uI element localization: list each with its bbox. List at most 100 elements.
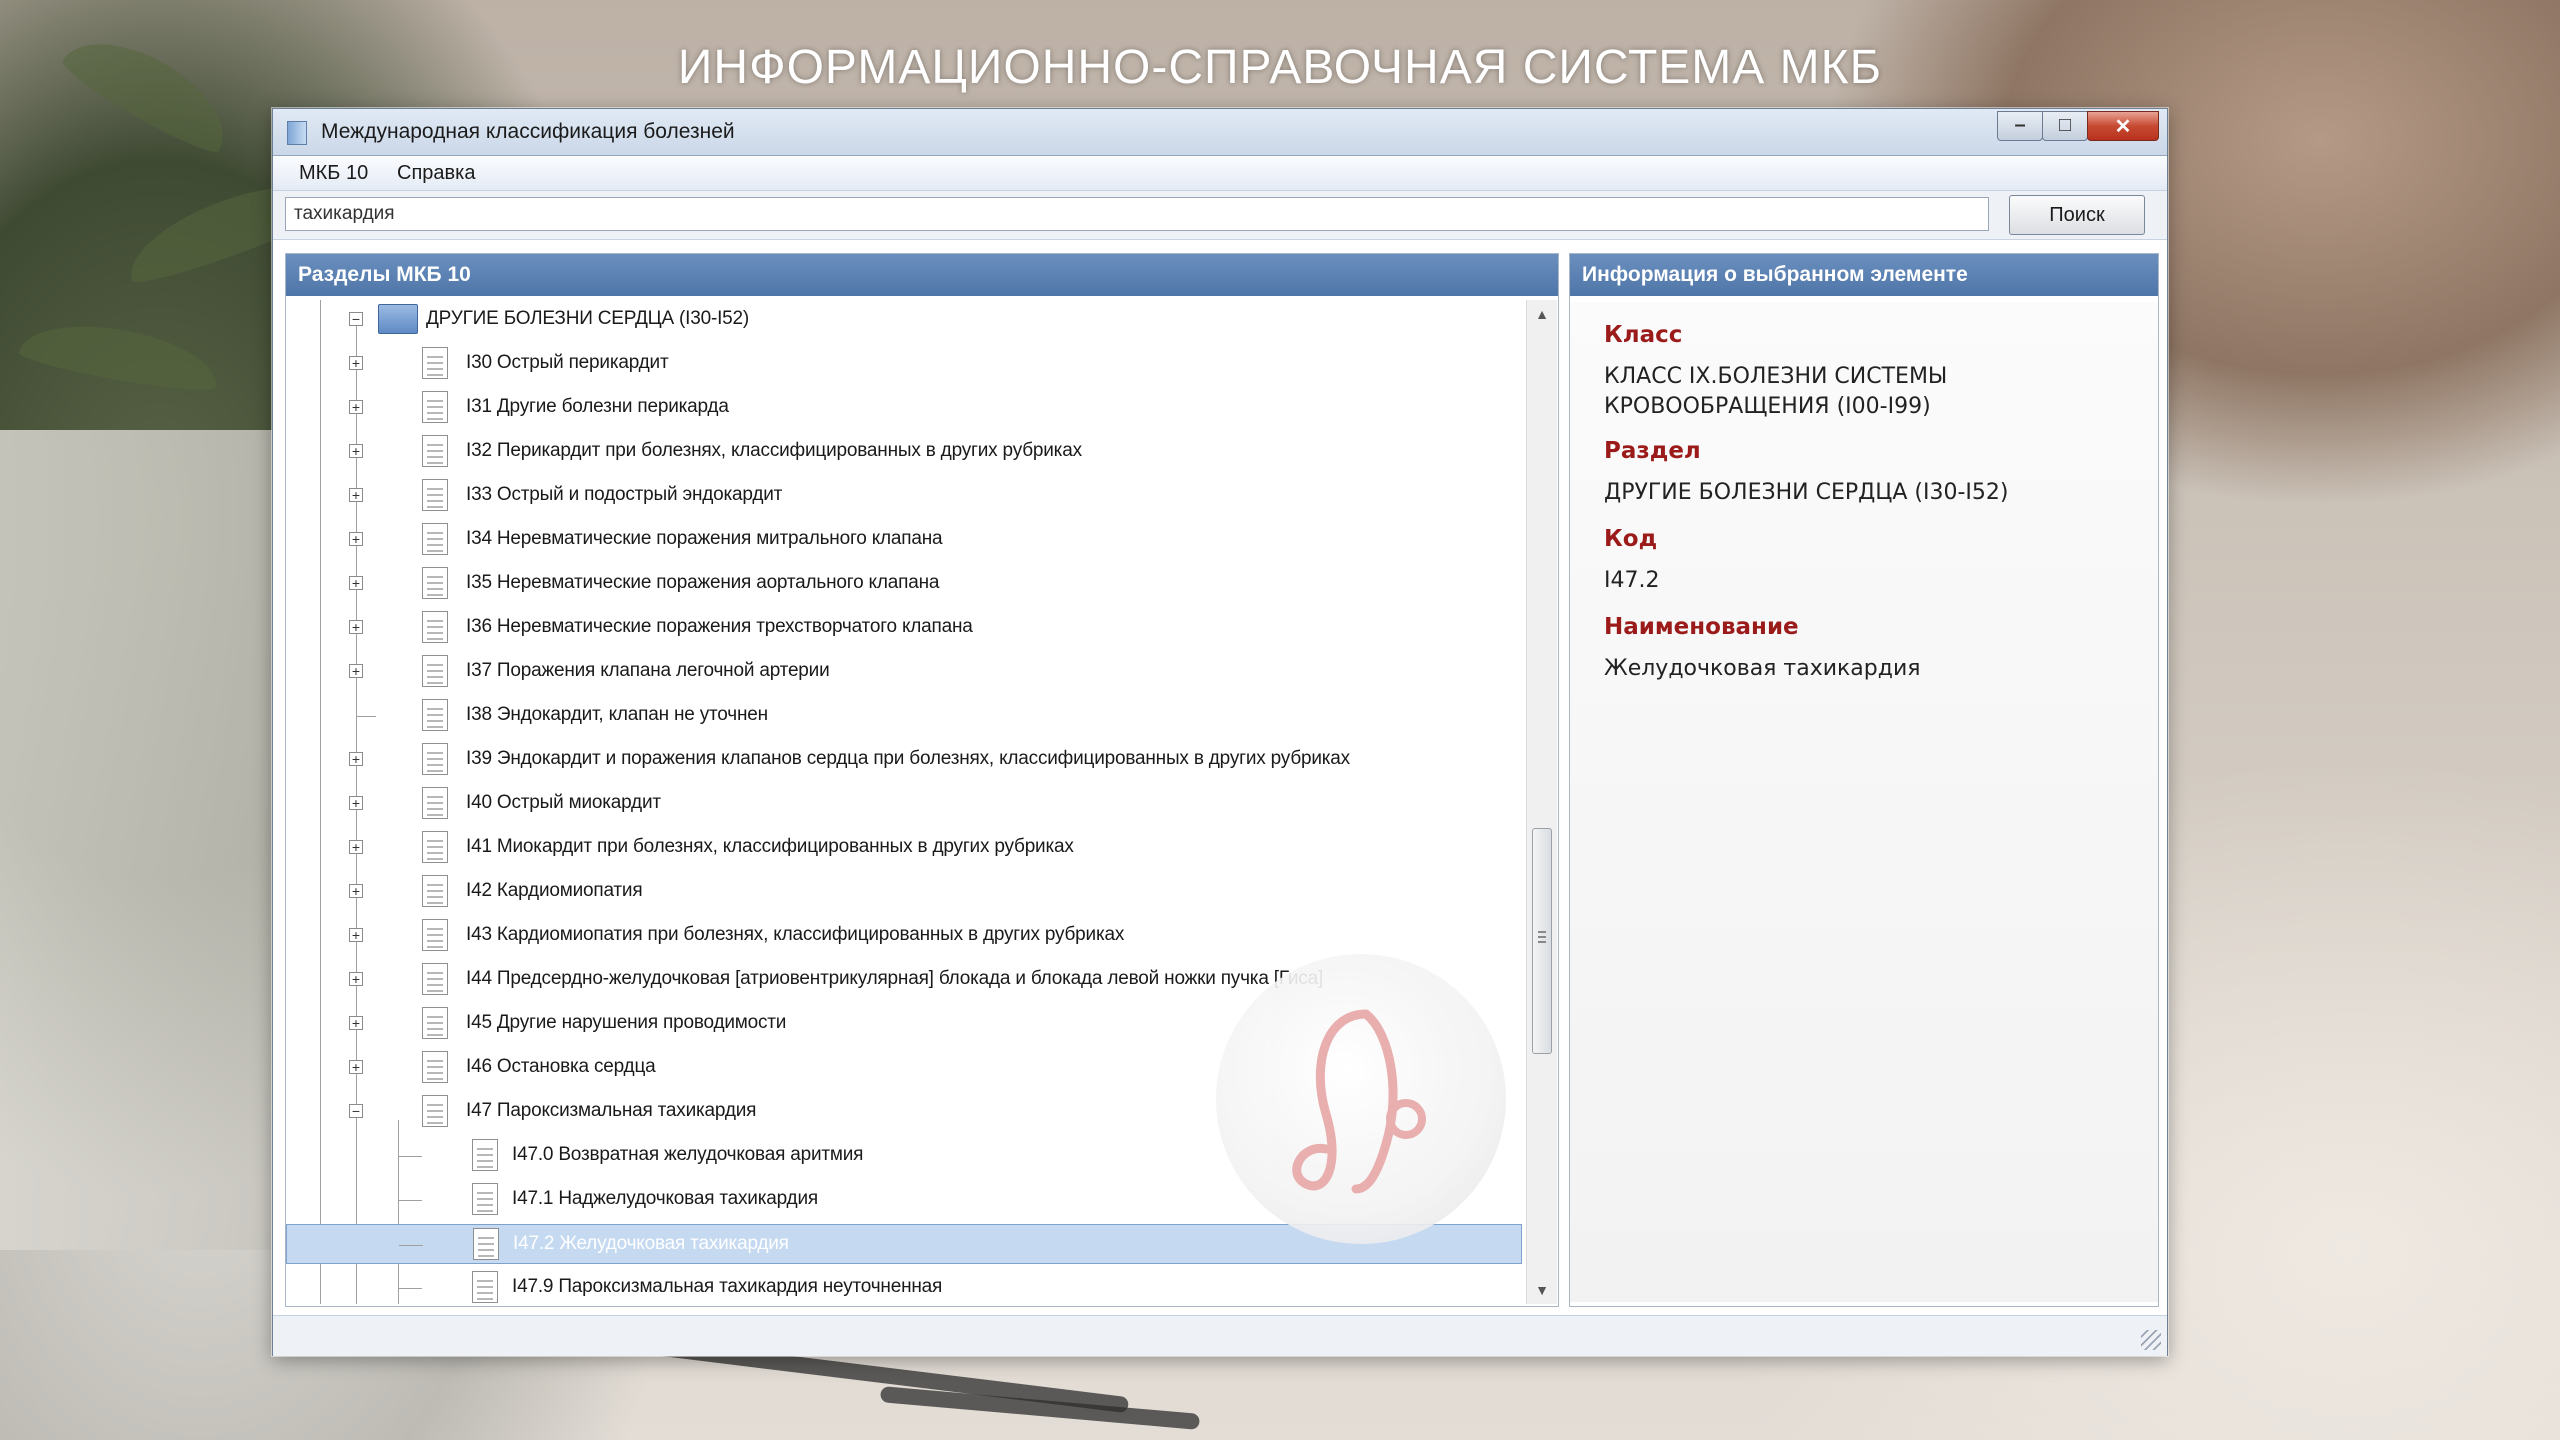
minimize-button[interactable]: –: [1997, 111, 2043, 141]
document-icon: [422, 787, 448, 819]
maximize-icon: □: [2058, 114, 2072, 136]
status-bar: [273, 1315, 2167, 1356]
search-button[interactable]: Поиск: [2009, 195, 2145, 235]
expand-icon[interactable]: +: [349, 796, 363, 810]
scroll-up-arrow-icon[interactable]: ▲: [1527, 300, 1557, 328]
document-icon: [422, 567, 448, 599]
tree-connector-line: [398, 1288, 422, 1289]
expand-icon[interactable]: +: [349, 356, 363, 370]
tree-item-label: I35 Неревматические поражения аортальног…: [466, 572, 940, 593]
collapse-icon[interactable]: −: [349, 1104, 363, 1118]
document-icon: [422, 391, 448, 423]
document-icon: [422, 963, 448, 995]
menu-mkb10[interactable]: МКБ 10: [299, 162, 368, 185]
tree-scrollbar[interactable]: ▲ ▼: [1526, 300, 1557, 1304]
expand-icon[interactable]: +: [349, 972, 363, 986]
expand-icon[interactable]: +: [349, 532, 363, 546]
tree-root-row[interactable]: − ДРУГИЕ БОЛЕЗНИ СЕРДЦА (I30-I52): [286, 300, 1522, 340]
info-panel: Информация о выбранном элементе Класс КЛ…: [1569, 253, 2159, 1307]
menu-help[interactable]: Справка: [397, 162, 475, 185]
document-icon: [422, 875, 448, 907]
tree-item-label: I43 Кардиомиопатия при болезнях, классиф…: [466, 924, 1125, 945]
expand-icon[interactable]: +: [349, 840, 363, 854]
tree-item-label: I44 Предсердно-желудочковая [атриовентри…: [466, 968, 1324, 989]
tree-connector-line: [399, 1245, 423, 1246]
window-titlebar[interactable]: Международная классификация болезней – □…: [273, 109, 2167, 156]
stethoscope-icon: [1292, 1009, 1426, 1194]
maximize-button[interactable]: □: [2042, 111, 2088, 141]
tree-item[interactable]: + I42 Кардиомиопатия: [286, 872, 1522, 912]
tree-item[interactable]: + I33 Острый и подострый эндокардит: [286, 476, 1522, 516]
tree-item-label: I33 Острый и подострый эндокардит: [466, 484, 783, 505]
close-icon: ✕: [2114, 116, 2132, 138]
tree-item[interactable]: I38 Эндокардит, клапан не уточнен: [286, 696, 1522, 736]
tree-item-label: I40 Острый миокардит: [466, 792, 661, 813]
expand-icon[interactable]: +: [349, 884, 363, 898]
info-code-value: I47.2: [1604, 568, 1660, 593]
expand-icon[interactable]: +: [349, 664, 363, 678]
tree-item[interactable]: + I34 Неревматические поражения митрально…: [286, 520, 1522, 560]
tree-connector-line: [398, 1156, 422, 1157]
tree-item[interactable]: + I40 Острый миокардит: [286, 784, 1522, 824]
search-input[interactable]: [285, 197, 1989, 231]
document-icon: [422, 523, 448, 555]
info-section-label: Раздел: [1604, 438, 1701, 464]
tree-item[interactable]: + I36 Неревматические поражения трехствор…: [286, 608, 1522, 648]
info-name-label: Наименование: [1604, 614, 1799, 640]
minimize-icon: –: [2014, 114, 2026, 136]
tree-item-label: I30 Острый перикардит: [466, 352, 669, 373]
tree-item-label: I47 Пароксизмальная тахикардия: [466, 1100, 757, 1121]
document-icon: [472, 1139, 498, 1171]
document-icon: [422, 435, 448, 467]
scroll-thumb[interactable]: [1532, 828, 1552, 1054]
page-title: ИНФОРМАЦИОННО-СПРАВОЧНАЯ СИСТЕМА МКБ: [677, 41, 1883, 94]
tree-child-label: I47.2 Желудочковая тахикардия: [513, 1233, 789, 1254]
document-icon: [422, 479, 448, 511]
window-controls: – □ ✕: [1997, 111, 2159, 141]
document-icon: [422, 611, 448, 643]
info-body: Класс КЛАСС IX.БОЛЕЗНИ СИСТЕМЫ КРОВООБРА…: [1570, 302, 2158, 1302]
document-icon: [472, 1183, 498, 1215]
tree-item[interactable]: + I43 Кардиомиопатия при болезнях, класси…: [286, 916, 1522, 956]
expand-icon[interactable]: +: [349, 400, 363, 414]
close-button[interactable]: ✕: [2087, 111, 2159, 141]
expand-icon[interactable]: +: [349, 488, 363, 502]
document-icon: [473, 1228, 499, 1260]
info-class-value: КЛАСС IX.БОЛЕЗНИ СИСТЕМЫ КРОВООБРАЩЕНИЯ …: [1604, 364, 1948, 419]
sections-panel-header: Разделы МКБ 10: [286, 254, 1558, 296]
folder-icon: [378, 304, 418, 334]
document-icon: [422, 655, 448, 687]
tree-item[interactable]: + I37 Поражения клапана легочной артерии: [286, 652, 1522, 692]
tree-item[interactable]: + I30 Острый перикардит: [286, 344, 1522, 384]
tree-item-label: I37 Поражения клапана легочной артерии: [466, 660, 830, 681]
tree-item-label: I31 Другие болезни перикарда: [466, 396, 729, 417]
tree-item[interactable]: + I39 Эндокардит и поражения клапанов сер…: [286, 740, 1522, 780]
expand-icon[interactable]: +: [349, 1016, 363, 1030]
tree-item-label: I45 Другие нарушения проводимости: [466, 1012, 787, 1033]
resize-grip-icon[interactable]: [2141, 1330, 2161, 1350]
expand-icon[interactable]: +: [349, 928, 363, 942]
tree-item-label: I41 Миокардит при болезнях, классифициро…: [466, 836, 1074, 857]
info-section-value: ДРУГИЕ БОЛЕЗНИ СЕРДЦА (I30-I52): [1604, 480, 2009, 505]
tree-item[interactable]: + I41 Миокардит при болезнях, классифицир…: [286, 828, 1522, 868]
expand-icon[interactable]: +: [349, 752, 363, 766]
tree-item[interactable]: + I32 Перикардит при болезнях, классифици…: [286, 432, 1522, 472]
expand-icon[interactable]: +: [349, 444, 363, 458]
expand-icon[interactable]: +: [349, 1060, 363, 1074]
document-icon: [422, 1051, 448, 1083]
search-bar: Поиск: [273, 191, 2167, 240]
scroll-down-arrow-icon[interactable]: ▼: [1527, 1276, 1557, 1304]
document-icon: [422, 699, 448, 731]
tree-item[interactable]: + I31 Другие болезни перикарда: [286, 388, 1522, 428]
expand-icon[interactable]: +: [349, 620, 363, 634]
background-plant-leaf: [17, 313, 223, 397]
document-icon: [422, 1007, 448, 1039]
tree-item-label: I46 Остановка сердца: [466, 1056, 656, 1077]
window-title: Международная классификация болезней: [321, 120, 735, 143]
tree-child-label: I47.0 Возвратная желудочковая аритмия: [512, 1144, 864, 1165]
tree-item[interactable]: + I35 Неревматические поражения аортально…: [286, 564, 1522, 604]
expand-icon[interactable]: +: [349, 576, 363, 590]
info-class-label: Класс: [1604, 322, 1683, 348]
tree-child-item[interactable]: I47.9 Пароксизмальная тахикардия неуточн…: [286, 1268, 1522, 1304]
collapse-icon[interactable]: −: [349, 312, 363, 326]
